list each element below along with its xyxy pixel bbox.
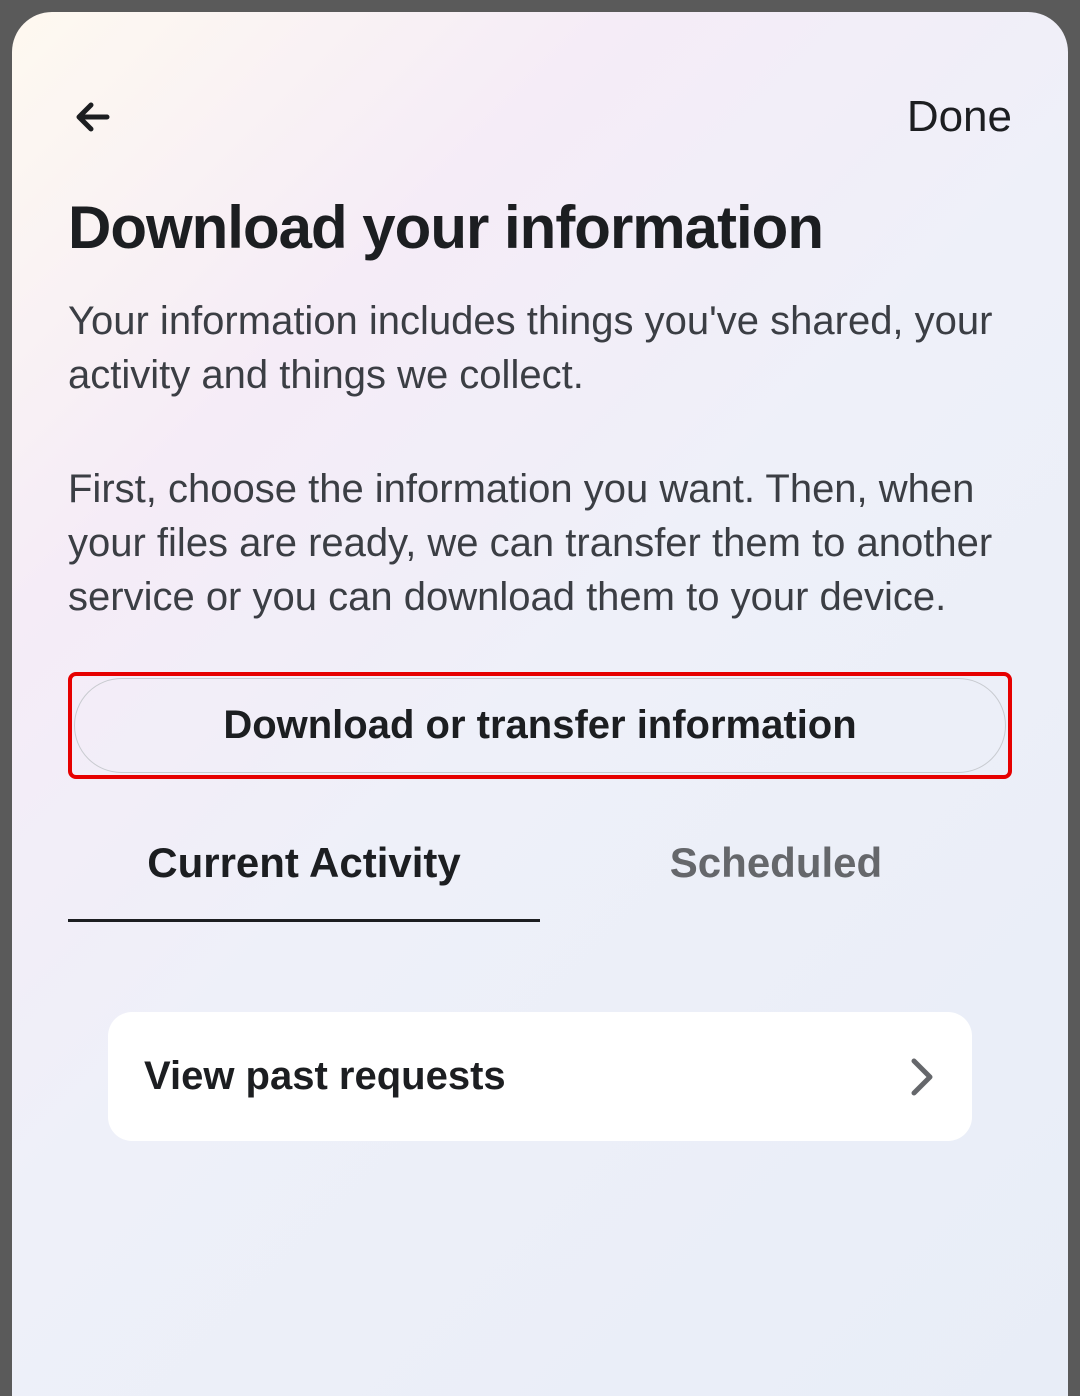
tab-current-activity[interactable]: Current Activity xyxy=(68,839,540,922)
page-title: Download your information xyxy=(12,182,1068,294)
view-past-requests-card[interactable]: View past requests xyxy=(108,1012,972,1141)
chevron-right-icon xyxy=(908,1055,936,1099)
description-paragraph-1: Your information includes things you've … xyxy=(12,294,1068,402)
back-button[interactable] xyxy=(68,92,118,142)
download-info-modal: Done Download your information Your info… xyxy=(12,12,1068,1396)
primary-action-highlight: Download or transfer information xyxy=(68,672,1012,779)
modal-header: Done xyxy=(12,12,1068,182)
arrow-left-icon xyxy=(69,93,117,141)
tabs-container: Current Activity Scheduled xyxy=(12,779,1068,922)
tab-scheduled[interactable]: Scheduled xyxy=(540,839,1012,922)
download-transfer-button[interactable]: Download or transfer information xyxy=(74,678,1006,773)
description-paragraph-2: First, choose the information you want. … xyxy=(12,462,1068,624)
past-requests-label: View past requests xyxy=(144,1054,506,1099)
done-button[interactable]: Done xyxy=(907,92,1012,142)
